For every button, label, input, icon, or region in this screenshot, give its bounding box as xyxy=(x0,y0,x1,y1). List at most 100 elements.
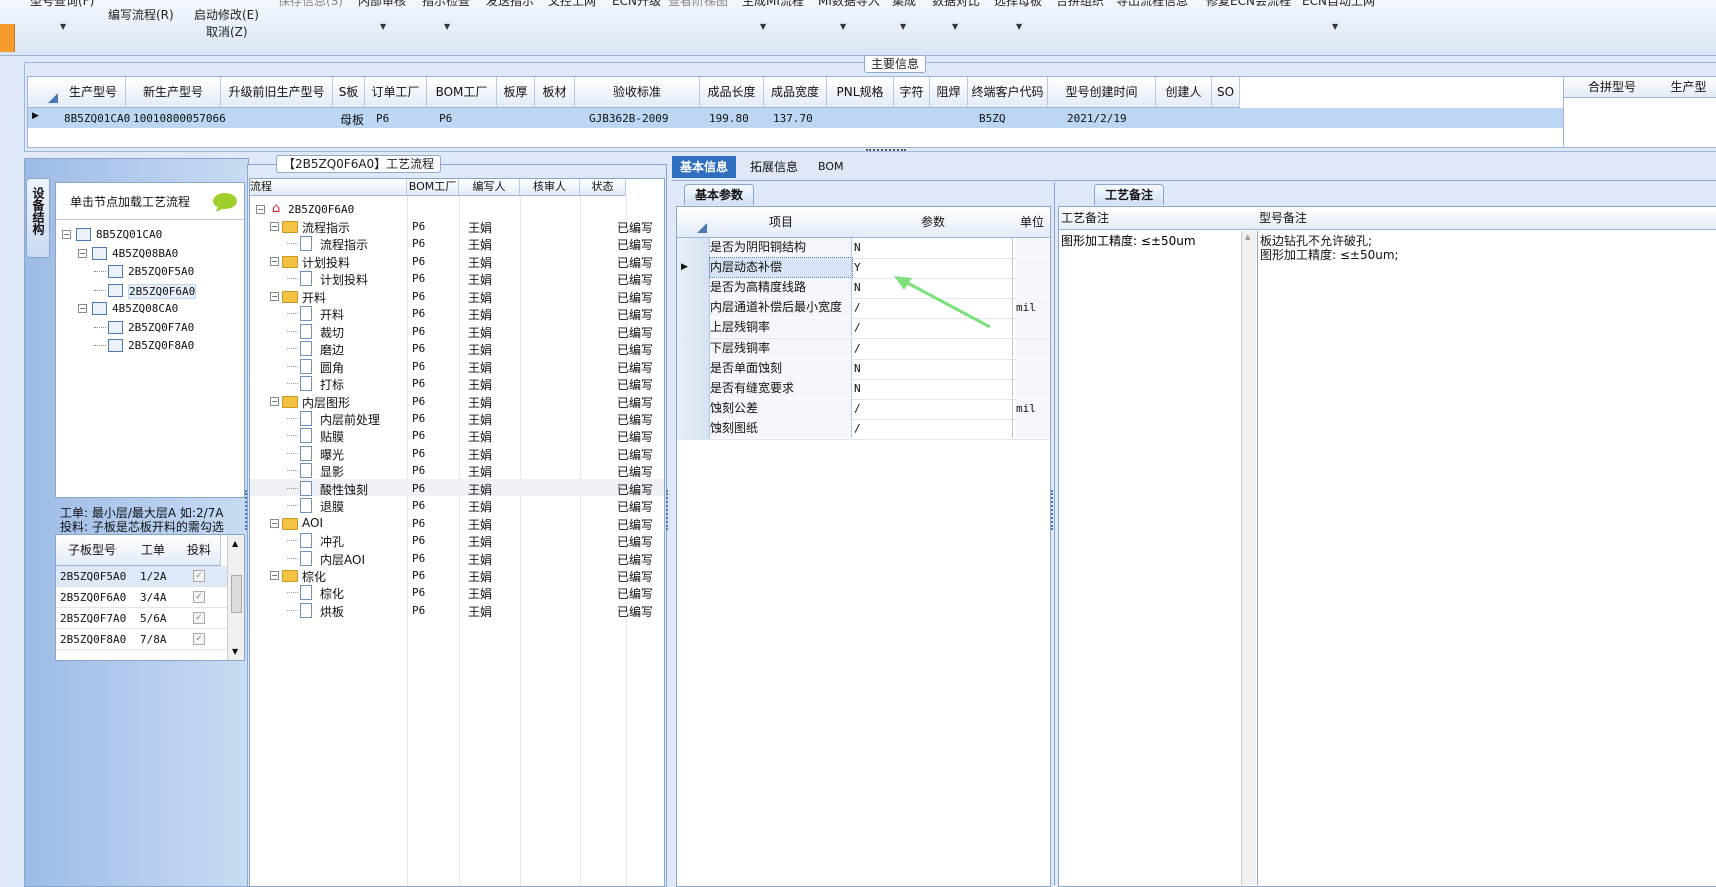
row-header[interactable] xyxy=(677,238,710,258)
main-header-col[interactable]: 升级前旧生产型号 xyxy=(221,77,333,108)
row-header[interactable] xyxy=(677,278,710,299)
tab-basic-info[interactable]: 基本信息 xyxy=(672,156,737,178)
structure-node[interactable]: 8B5ZQ01CA0 xyxy=(96,228,162,241)
toolbar-merge-button[interactable]: 合拼组织 xyxy=(1056,0,1104,9)
process-step[interactable]: 棕化 xyxy=(320,585,344,602)
toolbar-check-button[interactable]: 指示检查 xyxy=(422,0,470,9)
param-value[interactable]: N xyxy=(854,378,1013,398)
cell-width[interactable]: 137.70 xyxy=(773,112,813,125)
splitter-grip[interactable] xyxy=(666,490,672,530)
main-header-col[interactable]: 型号创建时间 xyxy=(1048,77,1156,108)
process-header-col[interactable]: 状态 xyxy=(580,179,626,196)
feed-checkbox[interactable]: ✓ xyxy=(193,570,205,582)
structure-node[interactable]: 2B5ZQ0F8A0 xyxy=(128,339,194,352)
header-merge-model[interactable]: 合拼型号 xyxy=(1564,77,1661,98)
cell-customer[interactable]: B5ZQ xyxy=(979,112,1006,125)
process-header-col[interactable]: 核审人 xyxy=(520,179,580,196)
structure-node[interactable]: 2B5ZQ0F7A0 xyxy=(128,321,194,334)
row-header[interactable]: ▶ xyxy=(677,258,710,279)
scroll-thumb[interactable] xyxy=(231,575,242,613)
row-header[interactable] xyxy=(677,358,710,379)
param-value[interactable]: N xyxy=(854,238,1013,257)
toolbar-query-button[interactable]: 型号查询(F) xyxy=(30,0,94,9)
sub-board-model[interactable]: 2B5ZQ0F5A0 xyxy=(60,570,126,583)
param-value[interactable]: / xyxy=(854,398,1013,418)
tree-expander[interactable]: − xyxy=(270,518,279,528)
process-step[interactable]: 烘板 xyxy=(320,603,344,620)
chevron-down-icon[interactable]: ▼ xyxy=(1016,22,1022,31)
toolbar-ecn-upgrade-button[interactable]: ECN升级 xyxy=(612,0,661,9)
chevron-down-icon[interactable]: ▼ xyxy=(760,22,766,31)
chevron-down-icon[interactable]: ▼ xyxy=(380,22,386,31)
process-step[interactable]: 内层前处理 xyxy=(320,411,380,428)
process-step[interactable]: 计划投料 xyxy=(302,254,350,271)
main-header-col[interactable]: 成品长度 xyxy=(700,77,764,108)
toolbar-export-flow-button[interactable]: 导出流程信息 xyxy=(1116,0,1188,9)
toolbar-compare-button[interactable]: 数据对比 xyxy=(932,0,980,9)
cell-new-model[interactable]: 10010800057066 xyxy=(133,112,226,125)
feed-checkbox[interactable]: ✓ xyxy=(193,633,205,645)
process-remark-input[interactable] xyxy=(1059,231,1244,883)
process-step[interactable]: 开料 xyxy=(302,289,326,306)
chevron-down-icon[interactable]: ▼ xyxy=(952,22,958,31)
chevron-down-icon[interactable]: ▼ xyxy=(1332,22,1338,31)
main-header-col[interactable]: 阻焊 xyxy=(930,77,968,108)
process-step[interactable]: 内层AOI xyxy=(320,551,365,568)
toolbar-send-button[interactable]: 发送指示 xyxy=(486,0,534,9)
process-step[interactable]: 流程指示 xyxy=(320,236,368,253)
main-header-col[interactable]: 成品宽度 xyxy=(764,77,827,108)
tab-process-remarks[interactable]: 工艺备注 xyxy=(1094,184,1165,205)
chevron-down-icon[interactable]: ▼ xyxy=(60,22,66,31)
chevron-down-icon[interactable]: ▼ xyxy=(900,22,906,31)
toolbar-view-stair-button[interactable]: 查看阶梯图 xyxy=(668,0,728,9)
main-header-col[interactable]: 板厚 xyxy=(497,77,535,108)
process-header-col[interactable]: 编写人 xyxy=(459,179,520,196)
tree-expander[interactable]: − xyxy=(270,396,279,406)
cell-order-factory[interactable]: P6 xyxy=(376,112,389,125)
header-order[interactable]: 工单 xyxy=(128,535,179,566)
tree-expander[interactable]: − xyxy=(256,205,265,214)
splitter-grip[interactable] xyxy=(1051,490,1057,530)
row-header[interactable] xyxy=(677,318,710,339)
row-header[interactable] xyxy=(677,398,710,419)
main-header-col[interactable]: S板 xyxy=(333,77,365,108)
structure-node[interactable]: 4B5ZQ08CA0 xyxy=(112,302,178,315)
feed-checkbox[interactable]: ✓ xyxy=(193,591,205,603)
process-step[interactable]: 退膜 xyxy=(320,498,344,515)
header-unit[interactable]: 单位 xyxy=(1014,207,1050,238)
selected-row[interactable] xyxy=(250,478,664,496)
tab-structure[interactable]: 设备结构 xyxy=(26,178,50,258)
main-header-col[interactable]: 板材 xyxy=(535,77,575,108)
feed-checkbox[interactable]: ✓ xyxy=(193,612,205,624)
process-step[interactable]: 内层图形 xyxy=(302,394,350,411)
chevron-down-icon[interactable]: ▼ xyxy=(444,22,450,31)
cell-created[interactable]: 2021/2/19 xyxy=(1067,112,1127,125)
toolbar-write-flow-button[interactable]: 编写流程(R) xyxy=(108,6,174,23)
sub-board-order[interactable]: 5/6A xyxy=(140,612,167,625)
toolbar-online-button[interactable]: 文控上网 xyxy=(548,0,596,9)
splitter-grip[interactable] xyxy=(245,490,250,530)
process-step[interactable]: 曝光 xyxy=(320,446,344,463)
process-step[interactable]: 显影 xyxy=(320,463,344,480)
row-header[interactable] xyxy=(677,338,710,359)
toolbar-save-button[interactable]: 保存信息(S) xyxy=(278,0,343,9)
main-header-col[interactable]: 验收标准 xyxy=(575,77,700,108)
process-step[interactable]: 贴膜 xyxy=(320,428,344,445)
chevron-down-icon[interactable]: ▼ xyxy=(840,22,846,31)
tab-basic-params[interactable]: 基本参数 xyxy=(684,184,755,205)
main-header-col[interactable]: 字符 xyxy=(894,77,930,108)
process-step[interactable]: AOI xyxy=(302,516,323,530)
tree-expander[interactable]: − xyxy=(62,230,71,239)
process-step[interactable]: 计划投料 xyxy=(320,271,368,288)
tree-expander[interactable]: − xyxy=(78,248,87,258)
main-header-col[interactable]: 创建人 xyxy=(1156,77,1212,108)
toolbar-gen-mi-button[interactable]: 生成MI流程 xyxy=(742,0,804,9)
process-step[interactable]: 磨边 xyxy=(320,341,344,358)
header-model-cut[interactable]: 生产型 xyxy=(1660,77,1716,98)
header-feed[interactable]: 投料 xyxy=(178,535,221,566)
main-header-col[interactable]: 终端客户代码 xyxy=(968,77,1048,108)
toolbar-internal-review-button[interactable]: 内部审核 xyxy=(358,0,406,9)
toolbar-mi-import-button[interactable]: MI数据导入 xyxy=(818,0,880,9)
tab-bom[interactable]: BOM xyxy=(810,156,852,178)
row-header[interactable] xyxy=(677,298,710,319)
